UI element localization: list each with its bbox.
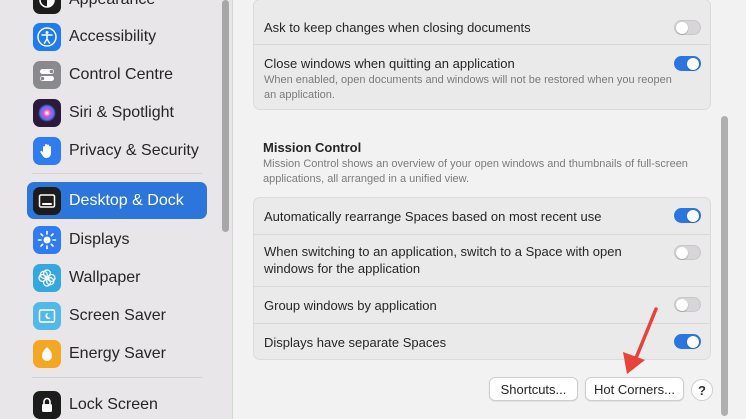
annotation-arrow bbox=[623, 307, 658, 374]
